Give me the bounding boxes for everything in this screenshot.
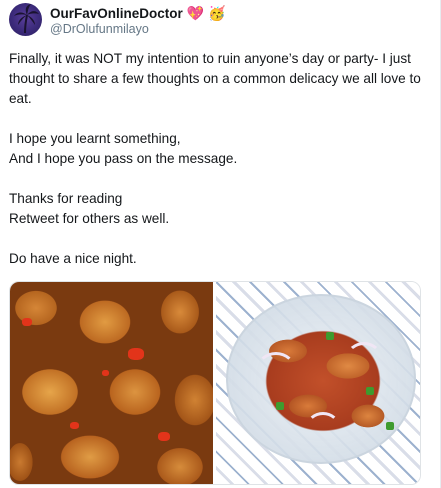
paragraph-2-line-2: And I hope you pass on the message. bbox=[9, 151, 238, 166]
pepper-ponmo-bowl-photo[interactable] bbox=[216, 282, 420, 484]
green-pepper-piece bbox=[326, 332, 334, 340]
pepper-piece bbox=[128, 348, 144, 360]
user-handle[interactable]: @DrOlufunmilayo bbox=[50, 22, 149, 36]
cow-skin-pieces-photo[interactable] bbox=[10, 282, 213, 484]
paragraph-1: Finally, it was NOT my intention to ruin… bbox=[9, 51, 421, 106]
media-grid bbox=[9, 281, 421, 485]
tweet-card: OurFavOnlineDoctor 💖 🥳 @DrOlufunmilayo F… bbox=[0, 0, 441, 488]
paragraph-4: Do have a nice night. bbox=[9, 251, 137, 266]
avatar[interactable] bbox=[9, 3, 42, 36]
onion-ring bbox=[346, 342, 382, 374]
onion-ring bbox=[256, 352, 296, 388]
party-face-icon: 🥳 bbox=[208, 5, 226, 21]
palm-tree-icon bbox=[14, 4, 39, 34]
pepper-piece bbox=[22, 318, 32, 326]
author-name-row: OurFavOnlineDoctor 💖 🥳 bbox=[50, 5, 226, 21]
paragraph-3-line-2: Retweet for others as well. bbox=[9, 211, 170, 226]
onion-ring bbox=[306, 412, 340, 442]
green-pepper-piece bbox=[386, 422, 394, 430]
display-name[interactable]: OurFavOnlineDoctor bbox=[50, 6, 183, 21]
pepper-piece bbox=[158, 432, 170, 441]
paragraph-2-line-1: I hope you learnt something, bbox=[9, 131, 181, 146]
heart-icon: 💖 bbox=[186, 5, 205, 21]
tweet-text: Finally, it was NOT my intention to ruin… bbox=[9, 49, 429, 269]
paragraph-3-line-1: Thanks for reading bbox=[9, 191, 123, 206]
pepper-piece bbox=[102, 370, 109, 376]
pepper-piece bbox=[70, 422, 79, 429]
green-pepper-piece bbox=[366, 387, 374, 395]
green-pepper-piece bbox=[276, 402, 284, 410]
